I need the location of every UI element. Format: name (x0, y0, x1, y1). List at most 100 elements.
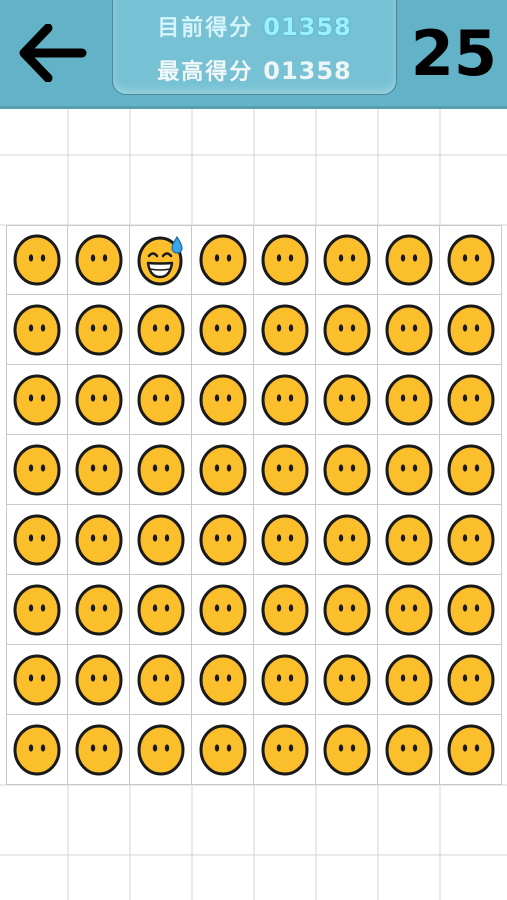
tile-r6-c7[interactable] (378, 575, 440, 645)
tile-r5-c3[interactable] (130, 505, 192, 575)
neutral-face-emoji-icon (74, 303, 124, 357)
tile-r6-c4[interactable] (192, 575, 254, 645)
tile-r3-c5[interactable] (254, 365, 316, 435)
tile-r3-c6[interactable] (316, 365, 378, 435)
tile-r6-c3[interactable] (130, 575, 192, 645)
tile-r7-c1[interactable] (6, 645, 68, 715)
tile-r4-c6[interactable] (316, 435, 378, 505)
neutral-face-emoji-icon (12, 583, 62, 637)
neutral-face-emoji-icon (384, 723, 434, 777)
best-score-label: 最高得分 (157, 60, 254, 85)
neutral-face-emoji-icon (136, 583, 186, 637)
neutral-face-emoji-icon (198, 303, 248, 357)
tile-r4-c1[interactable] (6, 435, 68, 505)
tile-r8-c8[interactable] (440, 715, 502, 785)
tile-r7-c8[interactable] (440, 645, 502, 715)
tile-r5-c6[interactable] (316, 505, 378, 575)
neutral-face-emoji-icon (384, 443, 434, 497)
neutral-face-emoji-icon (322, 513, 372, 567)
neutral-face-emoji-icon (260, 583, 310, 637)
neutral-face-emoji-icon (446, 723, 496, 777)
tile-r1-c5[interactable] (254, 225, 316, 295)
neutral-face-emoji-icon (12, 513, 62, 567)
neutral-face-emoji-icon (446, 373, 496, 427)
tile-r5-c5[interactable] (254, 505, 316, 575)
tile-r1-c2[interactable] (68, 225, 130, 295)
neutral-face-emoji-icon (12, 653, 62, 707)
neutral-face-emoji-icon (446, 443, 496, 497)
neutral-face-emoji-icon (384, 513, 434, 567)
tile-r1-c1[interactable] (6, 225, 68, 295)
tile-r8-c2[interactable] (68, 715, 130, 785)
neutral-face-emoji-icon (136, 513, 186, 567)
neutral-face-emoji-icon (198, 583, 248, 637)
tile-r2-c8[interactable] (440, 295, 502, 365)
neutral-face-emoji-icon (198, 443, 248, 497)
neutral-face-emoji-icon (12, 303, 62, 357)
neutral-face-emoji-icon (260, 233, 310, 287)
tile-r7-c2[interactable] (68, 645, 130, 715)
tile-r4-c2[interactable] (68, 435, 130, 505)
tile-r2-c2[interactable] (68, 295, 130, 365)
tile-r2-c4[interactable] (192, 295, 254, 365)
sweat-smile-emoji-icon (136, 233, 186, 287)
tile-r8-c5[interactable] (254, 715, 316, 785)
tile-r8-c4[interactable] (192, 715, 254, 785)
tile-r3-c4[interactable] (192, 365, 254, 435)
tile-r1-c6[interactable] (316, 225, 378, 295)
tile-r5-c4[interactable] (192, 505, 254, 575)
tile-r1-c3[interactable] (130, 225, 192, 295)
tile-r7-c3[interactable] (130, 645, 192, 715)
neutral-face-emoji-icon (74, 583, 124, 637)
tile-r1-c7[interactable] (378, 225, 440, 295)
neutral-face-emoji-icon (136, 303, 186, 357)
moves-remaining: 25 (410, 17, 497, 90)
tile-r6-c6[interactable] (316, 575, 378, 645)
tile-r2-c1[interactable] (6, 295, 68, 365)
neutral-face-emoji-icon (446, 513, 496, 567)
tile-r7-c6[interactable] (316, 645, 378, 715)
tile-r8-c6[interactable] (316, 715, 378, 785)
tile-r5-c1[interactable] (6, 505, 68, 575)
tile-r6-c2[interactable] (68, 575, 130, 645)
tile-r3-c3[interactable] (130, 365, 192, 435)
tile-r7-c7[interactable] (378, 645, 440, 715)
neutral-face-emoji-icon (198, 233, 248, 287)
neutral-face-emoji-icon (384, 583, 434, 637)
tile-r7-c5[interactable] (254, 645, 316, 715)
tile-r8-c7[interactable] (378, 715, 440, 785)
tile-r1-c4[interactable] (192, 225, 254, 295)
tile-r6-c8[interactable] (440, 575, 502, 645)
tile-r3-c7[interactable] (378, 365, 440, 435)
neutral-face-emoji-icon (12, 233, 62, 287)
tile-r2-c3[interactable] (130, 295, 192, 365)
tile-r3-c8[interactable] (440, 365, 502, 435)
tile-r1-c8[interactable] (440, 225, 502, 295)
tile-r5-c8[interactable] (440, 505, 502, 575)
tile-r7-c4[interactable] (192, 645, 254, 715)
tile-r2-c7[interactable] (378, 295, 440, 365)
tile-r2-c6[interactable] (316, 295, 378, 365)
tile-r8-c1[interactable] (6, 715, 68, 785)
neutral-face-emoji-icon (384, 653, 434, 707)
tile-r2-c5[interactable] (254, 295, 316, 365)
tile-r5-c7[interactable] (378, 505, 440, 575)
tile-r5-c2[interactable] (68, 505, 130, 575)
tile-r3-c1[interactable] (6, 365, 68, 435)
tile-r8-c3[interactable] (130, 715, 192, 785)
neutral-face-emoji-icon (322, 723, 372, 777)
tile-r6-c1[interactable] (6, 575, 68, 645)
neutral-face-emoji-icon (136, 653, 186, 707)
back-button[interactable] (10, 18, 96, 88)
tile-r3-c2[interactable] (68, 365, 130, 435)
tile-r4-c5[interactable] (254, 435, 316, 505)
tile-r4-c8[interactable] (440, 435, 502, 505)
neutral-face-emoji-icon (136, 443, 186, 497)
neutral-face-emoji-icon (322, 303, 372, 357)
neutral-face-emoji-icon (74, 653, 124, 707)
tile-r4-c7[interactable] (378, 435, 440, 505)
tile-r6-c5[interactable] (254, 575, 316, 645)
back-arrow-icon (19, 24, 87, 82)
tile-r4-c3[interactable] (130, 435, 192, 505)
tile-r4-c4[interactable] (192, 435, 254, 505)
